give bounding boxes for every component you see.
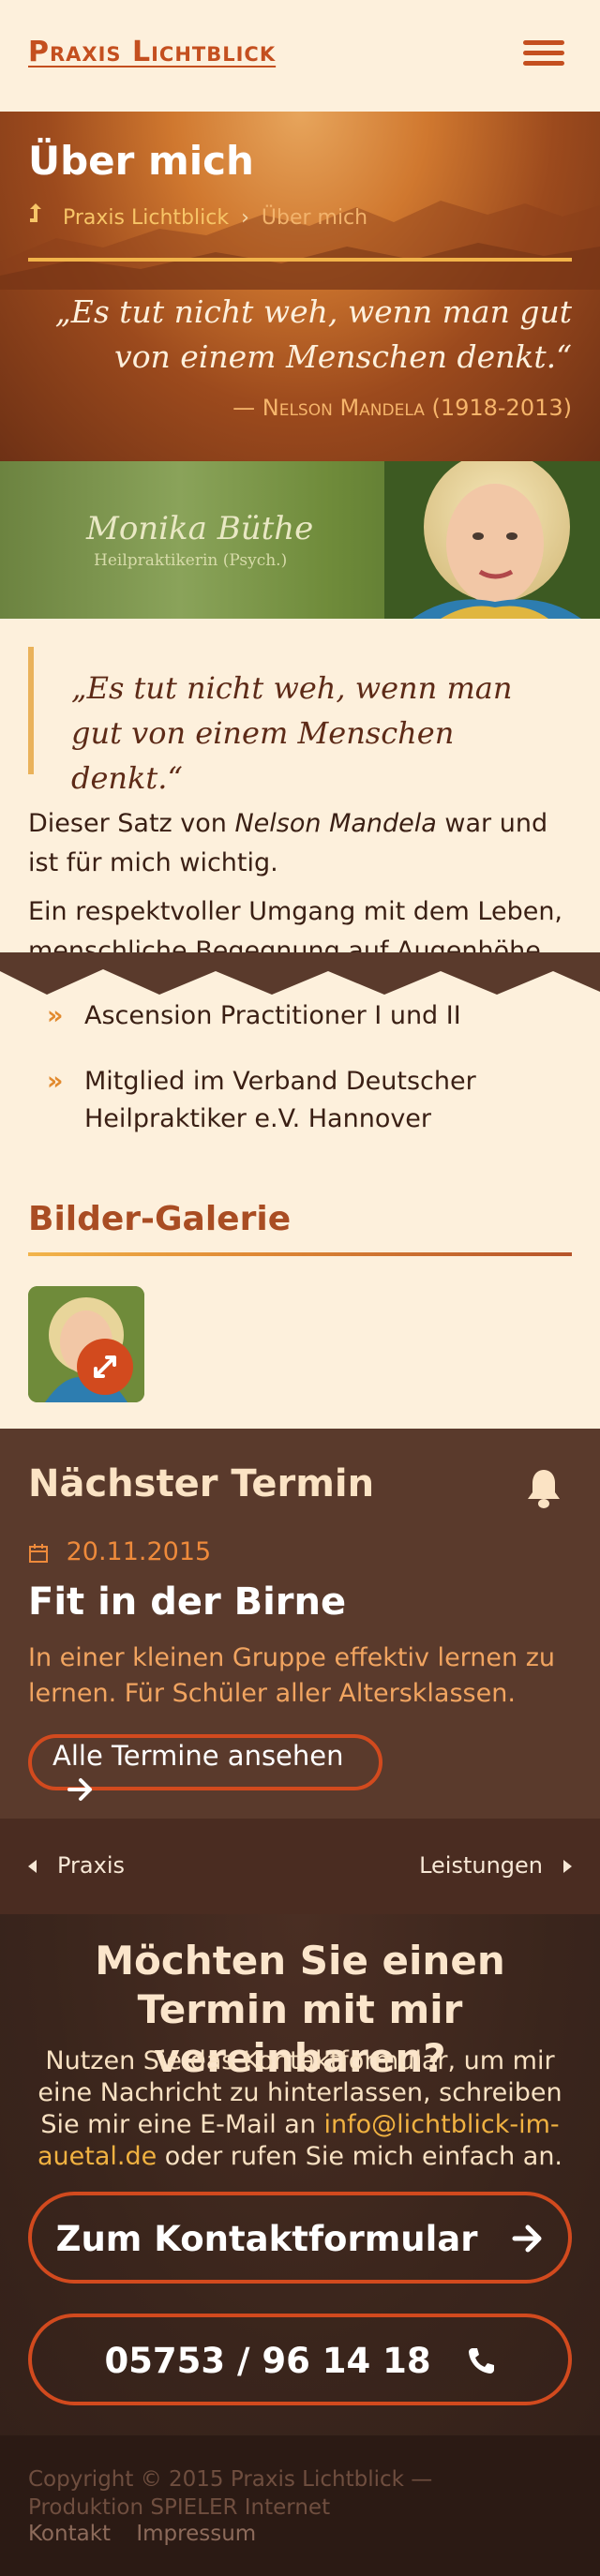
list-item-text: Ascension Practitioner I und II [84, 1001, 461, 1030]
footer-link-impressum[interactable]: Impressum [136, 2522, 256, 2546]
intro-paragraph: Dieser Satz von Nelson Mandela war und i… [28, 804, 581, 883]
termin-title: Nächster Termin [28, 1462, 375, 1505]
phone-icon [468, 2348, 494, 2374]
prev-page-label: Praxis [57, 1852, 125, 1879]
breadcrumb-separator: › [241, 206, 249, 230]
intro-name: Nelson Mandela [234, 809, 437, 838]
banner-subtitle: Heilpraktikerin (Psych.) [94, 551, 288, 570]
caret-left-icon [28, 1860, 37, 1873]
footer-links: Kontakt Impressum [28, 2522, 275, 2546]
hero-divider [28, 258, 572, 262]
page-title: Über mich [28, 138, 254, 184]
contact-text-2: oder rufen Sie mich einfach an. [157, 2142, 563, 2171]
banner-name: Monika Büthe [86, 510, 314, 547]
contact-text: Nutzen Sie das Kontaktformular, um mir e… [28, 2045, 572, 2173]
main-content: „Es tut nicht weh, wenn man gut von eine… [0, 619, 600, 1429]
qualifications-list: » Ascension Practitioner I und II » Mitgli… [28, 997, 572, 1166]
profile-banner: Monika Büthe Heilpraktikerin (Psych.) [0, 461, 600, 619]
gallery-title: Bilder-Galerie [28, 1200, 292, 1238]
prev-page-link[interactable]: Praxis [28, 1852, 125, 1879]
hero-quote: „Es tut nicht weh, wenn man gut von eine… [54, 293, 572, 375]
contact-section: Möchten Sie einen Termin mit mir vereinb… [0, 1914, 600, 2435]
termin-event-title[interactable]: Fit in der Birne [28, 1580, 346, 1624]
contact-form-button[interactable]: Zum Kontaktformular [28, 2192, 572, 2284]
site-footer: Copyright © 2015 Praxis Lichtblick — Pro… [0, 2435, 600, 2576]
list-bullet: » [47, 1067, 64, 1096]
list-bullet: » [47, 1001, 64, 1030]
footer-link-kontakt[interactable]: Kontakt [28, 2522, 111, 2546]
page-hero: Über mich Praxis Lichtblick › Über mich … [0, 112, 600, 461]
all-appointments-button[interactable]: Alle Termine ansehen [28, 1734, 382, 1801]
next-page-label: Leistungen [419, 1852, 543, 1879]
hamburger-menu-icon[interactable] [523, 40, 564, 68]
caret-right-icon [563, 1860, 572, 1873]
all-appointments-label: Alle Termine ansehen [52, 1740, 344, 1772]
arrow-right-icon [512, 2224, 542, 2253]
list-item-text: Mitglied im Verband Deutscher Heilprakti… [84, 1067, 476, 1133]
portrait-photo [384, 461, 600, 619]
up-arrow-icon[interactable] [28, 203, 43, 230]
bell-icon [528, 1470, 560, 1508]
hero-quote-attribution: — Nelson Mandela (1918-2013) [232, 395, 572, 421]
page-pager: Praxis Leistungen [0, 1819, 600, 1914]
breadcrumb-home-link[interactable]: Praxis Lichtblick [63, 206, 229, 230]
blockquote-text: „Es tut nicht weh, wenn man gut von eine… [71, 670, 513, 796]
termin-date-value: 20.11.2015 [66, 1537, 212, 1566]
expand-arrows-icon[interactable] [77, 1339, 133, 1395]
list-item: » Ascension Practitioner I und II [28, 997, 572, 1035]
calendar-icon [29, 1543, 48, 1563]
intro-text-1: Dieser Satz von [28, 809, 235, 838]
next-page-link[interactable]: Leistungen [419, 1852, 572, 1879]
site-logo[interactable]: Praxis Lichtblick [28, 36, 276, 68]
termin-date: 20.11.2015 [28, 1537, 211, 1566]
site-header: Praxis Lichtblick [0, 0, 600, 112]
gallery-divider [28, 1252, 572, 1256]
breadcrumb: Praxis Lichtblick › Über mich [28, 203, 368, 230]
footer-copyright: Copyright © 2015 Praxis Lichtblick — Pro… [28, 2467, 433, 2520]
list-item: » Mitglied im Verband Deutscher Heilprakt… [28, 1063, 572, 1138]
contact-form-label: Zum Kontaktformular [55, 2218, 478, 2259]
termin-description: In einer kleinen Gruppe effektiv lernen … [28, 1643, 556, 1708]
next-appointment-section: Nächster Termin 20.11.2015 Fit in der Bi… [0, 1429, 600, 1819]
phone-number: 05753 / 96 14 18 [104, 2340, 431, 2381]
breadcrumb-current: Über mich [261, 206, 368, 230]
content-blockquote: „Es tut nicht weh, wenn man gut von eine… [28, 647, 572, 796]
phone-button[interactable]: 05753 / 96 14 18 [28, 2314, 572, 2405]
arrow-right-icon [68, 1778, 92, 1801]
